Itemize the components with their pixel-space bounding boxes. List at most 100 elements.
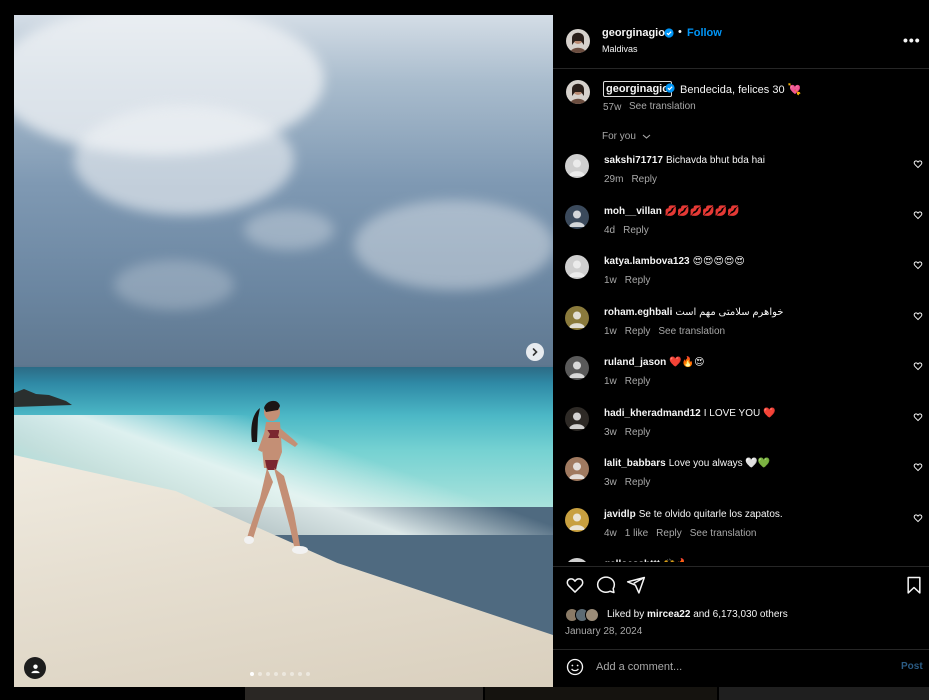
comment-meta: 1w Reply xyxy=(604,275,658,286)
comment-like-heart-icon[interactable] xyxy=(913,412,923,422)
pagination-dot xyxy=(306,672,310,676)
commenter-avatar[interactable] xyxy=(565,154,589,178)
comment-body: roham.eghbali خواهرم سلامتی مهم است xyxy=(604,307,783,318)
section-divider xyxy=(553,566,929,567)
caption-timestamp[interactable]: 57w xyxy=(603,102,621,113)
comment-like-heart-icon[interactable] xyxy=(913,159,923,169)
reply-button[interactable]: Reply xyxy=(656,528,682,539)
caption-username[interactable]: georginagio xyxy=(603,81,672,97)
comment-timestamp[interactable]: 1w xyxy=(604,376,617,387)
comment-timestamp[interactable]: 1w xyxy=(604,326,617,337)
reply-button[interactable]: Reply xyxy=(625,326,651,337)
comment-like-heart-icon[interactable] xyxy=(913,311,923,321)
photo-rocks xyxy=(14,389,72,407)
share-send-icon[interactable] xyxy=(626,575,646,595)
liked-by-suffix[interactable]: and 6,173,030 others xyxy=(693,609,788,620)
comment-like-heart-icon[interactable] xyxy=(913,361,923,371)
reply-button[interactable]: Reply xyxy=(625,376,651,387)
see-translation-button[interactable]: See translation xyxy=(658,326,725,337)
see-translation-button[interactable]: See translation xyxy=(629,101,696,112)
comment-like-heart-icon[interactable] xyxy=(913,210,923,220)
post-header: georginagio • Follow Maldivas ••• xyxy=(553,15,929,69)
comment-timestamp[interactable]: 3w xyxy=(604,477,617,488)
commenter-avatar[interactable] xyxy=(565,204,589,229)
comment-timestamp[interactable]: 4d xyxy=(604,225,615,236)
liked-by-text: Liked by mircea22 and 6,173,030 others xyxy=(607,609,788,620)
next-photo-button[interactable] xyxy=(526,343,544,361)
reply-button[interactable]: Reply xyxy=(625,477,651,488)
more-options-button[interactable]: ••• xyxy=(903,32,921,48)
photo-person xyxy=(244,400,308,554)
comment-body: javidlp Se te olvido quitarle los zapatos… xyxy=(604,509,783,520)
comment-body: gelloesshttt🙌🔥 xyxy=(604,559,688,562)
see-translation-button[interactable]: See translation xyxy=(690,528,757,539)
comment-body: katya.lambova123 😍😍😍😍😍 xyxy=(604,256,745,267)
author-avatar[interactable] xyxy=(566,29,590,53)
comment-like-heart-icon[interactable] xyxy=(913,462,923,472)
commenter-avatar[interactable] xyxy=(565,406,589,431)
comment-text: 🙌🔥 xyxy=(663,559,688,562)
comment-meta: 4d Reply xyxy=(604,225,657,236)
comment-timestamp[interactable]: 1w xyxy=(604,275,617,286)
comment-timestamp[interactable]: 4w xyxy=(604,528,617,539)
author-username[interactable]: georginagio xyxy=(602,27,665,39)
comment-like-count[interactable]: 1 like xyxy=(625,528,648,539)
avatar xyxy=(585,608,599,622)
like-heart-icon[interactable] xyxy=(565,575,585,595)
post-location[interactable]: Maldivas xyxy=(602,44,638,54)
commenter-avatar[interactable] xyxy=(565,558,589,562)
commenter-username[interactable]: moh__villan xyxy=(604,206,662,217)
pagination-dot xyxy=(250,672,254,676)
commenter-avatar[interactable] xyxy=(565,457,589,481)
post-comment-button[interactable]: Post xyxy=(901,661,923,672)
chevron-down-icon xyxy=(642,134,651,139)
comment-item: katya.lambova123 😍😍😍😍😍 1w Reply xyxy=(553,253,929,303)
caption-author-avatar[interactable] xyxy=(566,80,590,104)
tagged-users-button[interactable] xyxy=(24,657,46,679)
comment-meta: 4w 1 like Reply See translation xyxy=(604,528,764,539)
comment-body: lalit_babbars Love you always 🤍💚 xyxy=(604,458,770,469)
comment-bubble-icon[interactable] xyxy=(596,575,616,595)
comment-timestamp[interactable]: 29m xyxy=(604,174,623,185)
comment-like-heart-icon[interactable] xyxy=(913,513,923,523)
comment-meta: 29m Reply xyxy=(604,174,665,185)
comment-item: ruland_jason ❤️🔥😍 1w Reply xyxy=(553,354,929,404)
liked-by-user-link[interactable]: mircea22 xyxy=(647,609,690,620)
comment-body: sakshi71717 Bichavda bhut bda hai xyxy=(604,155,765,166)
commenter-username[interactable]: lalit_babbars xyxy=(604,458,666,469)
commenter-username[interactable]: katya.lambova123 xyxy=(604,256,690,267)
save-bookmark-icon[interactable] xyxy=(905,575,923,595)
commenter-username[interactable]: javidlp xyxy=(604,509,636,520)
comment-text: ❤️🔥😍 xyxy=(669,357,705,368)
emoji-picker-icon[interactable] xyxy=(566,658,584,676)
add-comment-input[interactable]: Add a comment... xyxy=(596,661,682,673)
reply-button[interactable]: Reply xyxy=(623,225,649,236)
reply-button[interactable]: Reply xyxy=(625,275,651,286)
post-photo[interactable] xyxy=(14,15,553,687)
commenter-avatar[interactable] xyxy=(565,305,589,330)
comment-like-heart-icon[interactable] xyxy=(913,260,923,270)
commenter-avatar[interactable] xyxy=(565,255,589,279)
comment-meta: 3w Reply xyxy=(604,477,658,488)
comment-timestamp[interactable]: 3w xyxy=(604,427,617,438)
comment-list[interactable]: sakshi71717 Bichavda bhut bda hai 29m Reply… xyxy=(553,152,929,562)
follow-button[interactable]: Follow xyxy=(687,27,722,39)
liked-by-prefix: Liked by xyxy=(607,609,645,620)
comment-item: roham.eghbali خواهرم سلامتی مهم است 1w Repl… xyxy=(553,304,929,354)
commenter-username[interactable]: roham.eghbali xyxy=(604,307,672,318)
commenter-username[interactable]: ruland_jason xyxy=(604,357,666,368)
reply-button[interactable]: Reply xyxy=(625,427,651,438)
reply-button[interactable]: Reply xyxy=(631,174,657,185)
commenter-avatar[interactable] xyxy=(565,507,589,532)
comment-sort-dropdown[interactable]: For you xyxy=(602,131,651,142)
photo-pagination xyxy=(250,672,310,676)
commenter-username[interactable]: hadi_kheradmand12 xyxy=(604,408,701,419)
commenter-username[interactable]: gelloesshttt xyxy=(604,559,660,562)
commenter-avatar[interactable] xyxy=(565,356,589,380)
photo-cloud xyxy=(354,200,553,290)
post-date[interactable]: January 28, 2024 xyxy=(565,626,642,637)
comment-item: hadi_kheradmand12 I LOVE YOU ❤️ 3w Reply xyxy=(553,405,929,455)
liked-by-avatars[interactable] xyxy=(565,608,599,622)
comment-body: ruland_jason ❤️🔥😍 xyxy=(604,357,705,368)
commenter-username[interactable]: sakshi71717 xyxy=(604,155,663,166)
